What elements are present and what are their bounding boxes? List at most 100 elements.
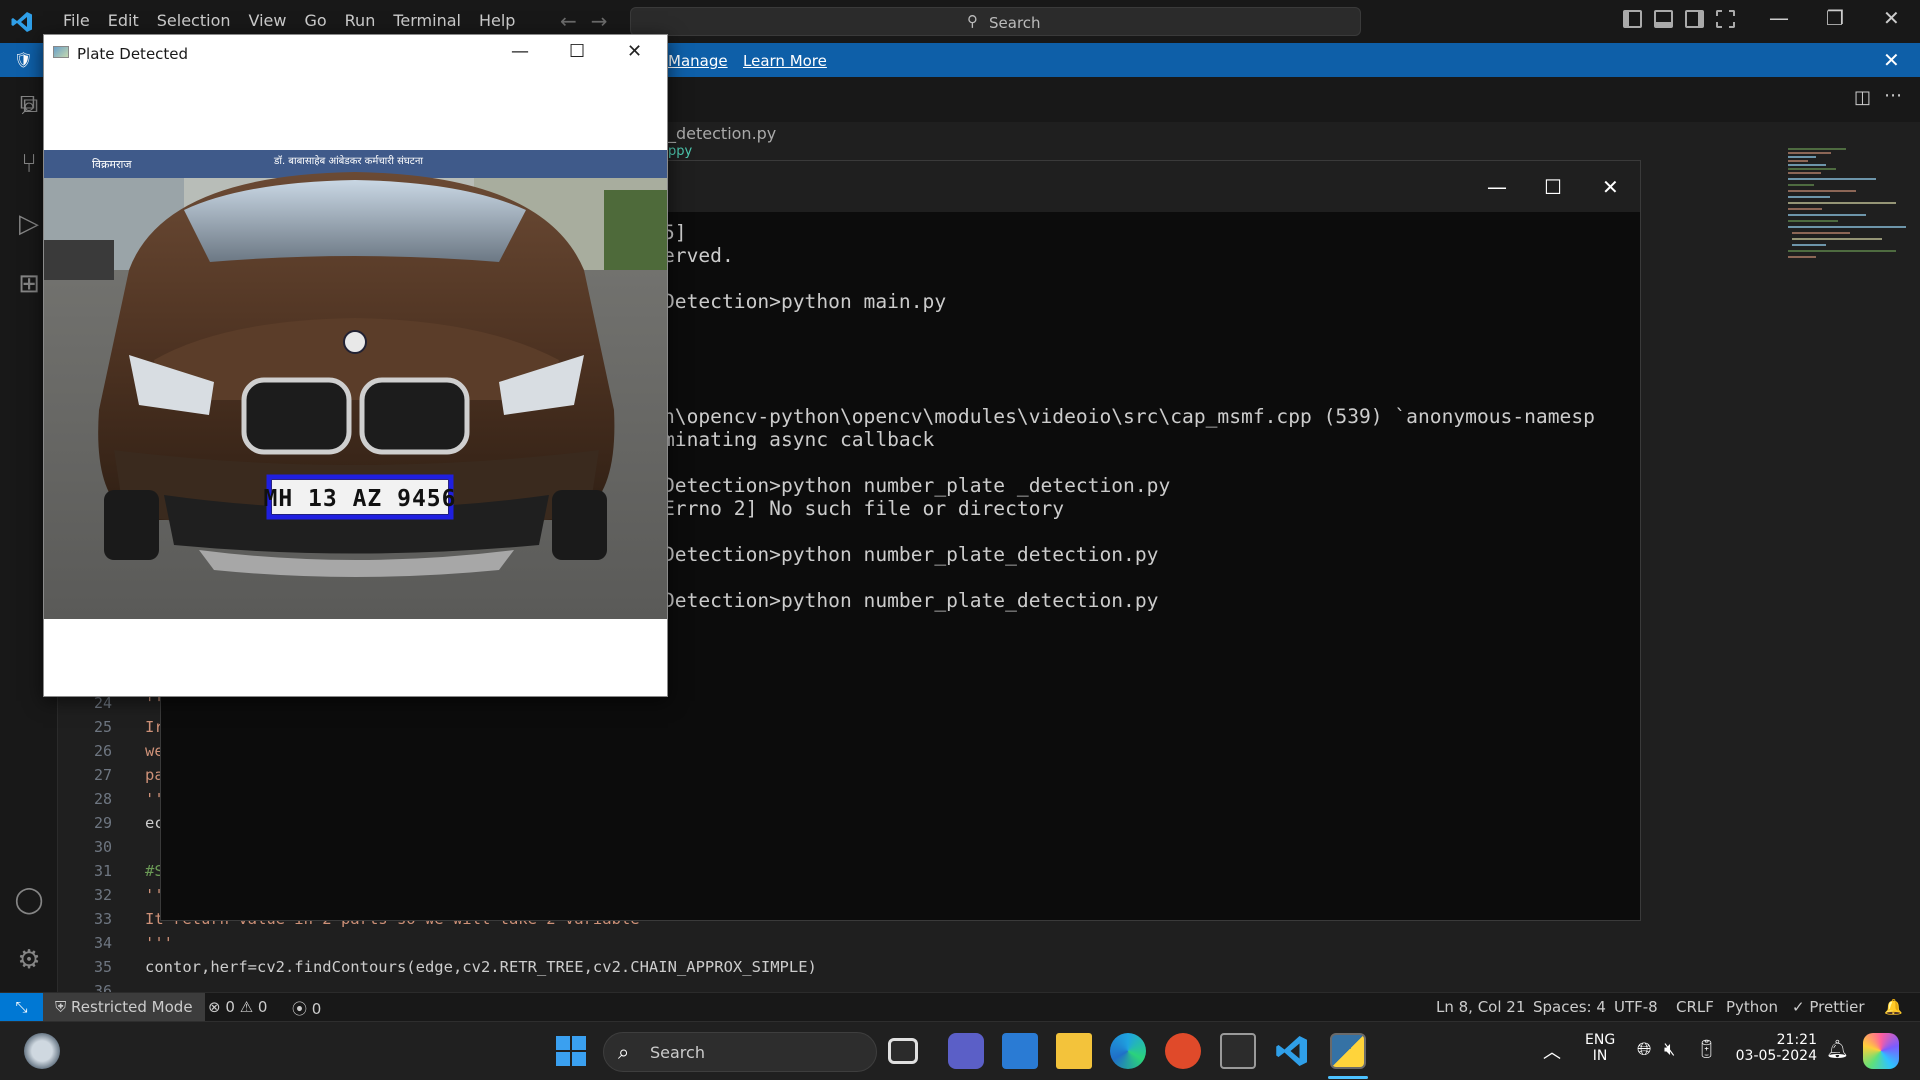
volume-muted-icon[interactable]: 🔇︎	[1664, 1039, 1675, 1060]
warning-icon: ⚠	[239, 998, 254, 1016]
taskbar-search-box[interactable]: ⌕ Search	[603, 1032, 877, 1072]
remote-indicator-icon[interactable]: ⤡	[0, 993, 43, 1021]
menu-view[interactable]: View	[240, 11, 296, 30]
mail-icon[interactable]	[1002, 1033, 1038, 1069]
notifications-bell-icon[interactable]: 🔔	[1884, 998, 1903, 1016]
show-hidden-icons-chevron-icon[interactable]: ︿	[1543, 1038, 1561, 1064]
street-banner-text: डॉ. बाबासाहेब आंबेडकर कर्मचारी संघटना	[273, 155, 423, 167]
terminal-line: minating async callback	[663, 428, 935, 451]
menu-terminal[interactable]: Terminal	[384, 11, 470, 30]
wps-office-icon[interactable]	[1165, 1033, 1201, 1069]
menu-help[interactable]: Help	[470, 11, 524, 30]
close-banner-icon[interactable]: ✕	[1883, 48, 1900, 72]
terminal-close-icon[interactable]: ✕	[1602, 175, 1619, 199]
vscode-taskbar-icon[interactable]	[1274, 1033, 1310, 1069]
minimap[interactable]	[1786, 145, 1916, 345]
split-editor-icon[interactable]: ◫	[1854, 87, 1871, 108]
search-activity-icon[interactable]: ⌕	[14, 91, 44, 121]
prettier-label: Prettier	[1809, 998, 1865, 1016]
settings-gear-icon[interactable]: ⚙	[14, 945, 44, 975]
line-number: 34	[93, 934, 112, 952]
task-view-icon[interactable]	[888, 1038, 918, 1064]
run-and-debug-icon[interactable]: ▷	[14, 209, 44, 239]
terminal-app-icon[interactable]	[1220, 1033, 1256, 1069]
menu-run[interactable]: Run	[336, 11, 385, 30]
language-mode[interactable]: Python	[1726, 998, 1778, 1016]
broadcast-icon: ⦿	[292, 1000, 308, 1018]
weather-widget-icon[interactable]	[24, 1033, 60, 1069]
problems-indicator[interactable]: ⊗ 0 ⚠ 0	[208, 998, 267, 1016]
vscode-minimize-icon[interactable]: —	[1769, 6, 1789, 30]
error-count: 0	[225, 998, 235, 1016]
toggle-panel-icon[interactable]	[1654, 10, 1673, 28]
terminal-minimize-icon[interactable]: —	[1487, 175, 1507, 199]
learn-more-link[interactable]: Learn More	[743, 52, 827, 70]
encoding[interactable]: UTF-8	[1614, 998, 1658, 1016]
cursor-position[interactable]: Ln 8, Col 21	[1436, 998, 1525, 1016]
toggle-primary-sidebar-icon[interactable]	[1623, 10, 1642, 28]
line-number: 26	[93, 742, 112, 760]
vscode-restore-icon[interactable]: ❐	[1826, 6, 1844, 30]
terminal-line: erved.	[663, 244, 734, 267]
language-top: ENG	[1585, 1032, 1616, 1048]
extensions-icon[interactable]: ⊞	[14, 269, 44, 299]
breadcrumb-symbol[interactable]: ppy	[668, 144, 692, 159]
plate-window-titlebar[interactable]: Plate Detected — ☐ ✕	[44, 35, 667, 71]
line-number: 31	[93, 862, 112, 880]
terminal-maximize-icon[interactable]: ☐	[1544, 175, 1562, 199]
toggle-secondary-sidebar-icon[interactable]	[1685, 10, 1704, 28]
status-bar: ⤡ ⛨ Restricted Mode ⊗ 0 ⚠ 0 ⦿ 0 Ln 8, Co…	[0, 992, 1920, 1021]
active-app-indicator	[1328, 1076, 1368, 1079]
notification-bell-icon[interactable]: 🔔︎	[1826, 1039, 1849, 1060]
menu-go[interactable]: Go	[295, 11, 335, 30]
customize-layout-icon[interactable]	[1716, 10, 1735, 28]
terminal-line: Detection>python number_plate_detection.…	[663, 543, 1159, 566]
line-number: 25	[93, 718, 112, 736]
battery-icon[interactable]: 🔋︎	[1695, 1039, 1718, 1060]
code-line[interactable]: contor,herf=cv2.findContours(edge,cv2.RE…	[145, 958, 817, 976]
source-control-icon[interactable]: ⑂	[14, 149, 44, 179]
indentation[interactable]: Spaces: 4	[1533, 998, 1606, 1016]
language-bottom: IN	[1592, 1048, 1608, 1064]
network-globe-icon[interactable]: 🌐︎	[1637, 1039, 1651, 1060]
line-number: 32	[93, 886, 112, 904]
menu-selection[interactable]: Selection	[148, 11, 240, 30]
clock[interactable]: 21:21 03-05-2024	[1733, 1032, 1817, 1064]
restricted-mode-indicator[interactable]: ⛨ Restricted Mode	[43, 993, 205, 1021]
copilot-icon[interactable]	[1863, 1033, 1899, 1069]
layout-controls	[1623, 10, 1735, 28]
edge-browser-icon[interactable]	[1110, 1033, 1146, 1069]
ports-indicator[interactable]: ⦿ 0	[292, 998, 321, 1019]
menu-file[interactable]: File	[54, 11, 99, 30]
menu-bar: File Edit Selection View Go Run Terminal…	[54, 11, 524, 30]
forward-arrow-icon[interactable]: →	[591, 9, 608, 33]
shield-icon: 🛡	[14, 51, 34, 69]
command-center-search[interactable]: ⚲ Search	[630, 7, 1361, 36]
menu-edit[interactable]: Edit	[99, 11, 148, 30]
breadcrumb-file[interactable]: _detection.py	[668, 124, 776, 143]
python-app-icon[interactable]	[1330, 1033, 1366, 1069]
accounts-icon[interactable]: ◯	[14, 885, 44, 915]
more-actions-icon[interactable]: ⋯	[1884, 85, 1902, 106]
terminal-line: Errno 2] No such file or directory	[663, 497, 1065, 520]
restricted-mode-label: Restricted Mode	[71, 998, 193, 1016]
plate-window-minimize-icon[interactable]: —	[511, 41, 529, 62]
check-icon: ✓	[1792, 998, 1810, 1016]
code-line[interactable]: '''	[145, 934, 173, 952]
back-arrow-icon[interactable]: ←	[560, 9, 577, 33]
ports-count: 0	[311, 1000, 322, 1018]
search-icon: ⚲	[967, 12, 978, 30]
windows-start-icon[interactable]	[553, 1033, 589, 1069]
plate-window-close-icon[interactable]: ✕	[627, 41, 642, 62]
prettier-status[interactable]: ✓ Prettier	[1792, 998, 1865, 1016]
line-ending[interactable]: CRLF	[1676, 998, 1714, 1016]
plate-detected-window[interactable]: Plate Detected — ☐ ✕ विक्रमराज डॉ. बाबास…	[43, 34, 668, 697]
teams-icon[interactable]	[948, 1033, 984, 1069]
file-explorer-icon[interactable]	[1056, 1033, 1092, 1069]
plate-window-maximize-icon[interactable]: ☐	[569, 41, 585, 62]
input-language-indicator[interactable]: ENG IN	[1585, 1032, 1615, 1064]
shield-icon: ⛨	[55, 998, 72, 1016]
manage-link[interactable]: Manage	[668, 52, 728, 70]
plate-window-title: Plate Detected	[77, 45, 189, 63]
vscode-close-icon[interactable]: ✕	[1883, 6, 1900, 30]
